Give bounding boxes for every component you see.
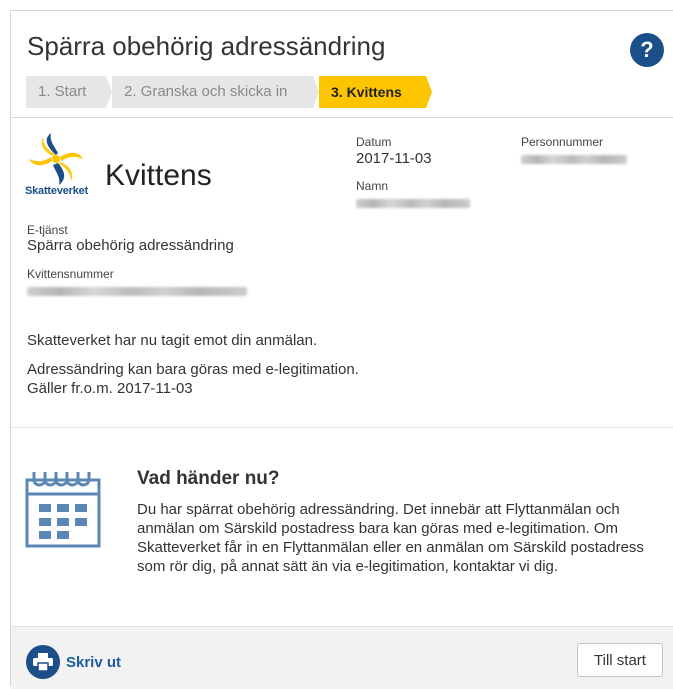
service-value: Spärra obehörig adressändring [27,237,234,254]
print-button[interactable]: Skriv ut [26,645,121,679]
confirmation-message: Skatteverket har nu tagit emot din anmäl… [27,332,318,349]
name-redacted [356,199,470,208]
step-start: 1. Start [26,76,112,108]
personnummer-label: Personnummer [521,135,604,149]
step-receipt: 3. Kvittens [319,76,432,108]
page-container: Spärra obehörig adressändring ? 1. Start… [10,10,673,689]
calendar-icon [25,472,101,548]
date-label: Datum [356,135,392,149]
printer-icon [26,645,60,679]
receipt-title: Kvittens [105,159,212,192]
valid-from-message: Gäller fr.o.m. 2017-11-03 [27,380,193,397]
step-progress: 1. Start 2. Granska och skicka in 3. Kvi… [26,76,432,108]
page-title: Spärra obehörig adressändring [27,31,386,61]
page-header: Spärra obehörig adressändring ? 1. Start… [11,11,673,118]
logo-text: Skatteverket [25,185,89,197]
section-divider [11,427,673,428]
step-review-submit: 2. Granska och skicka in [112,76,319,108]
next-steps-text: Du har spärrat obehörig adressändring. D… [137,501,644,575]
next-steps-title: Vad händer nu? [137,468,280,489]
receipt-number-label: Kvittensnummer [27,267,114,281]
page-footer: Skriv ut Till start [11,626,673,689]
date-value: 2017-11-03 [356,150,432,167]
help-button[interactable]: ? [630,33,664,67]
print-label: Skriv ut [66,653,122,671]
skatteverket-logo-icon [29,133,83,185]
back-to-start-button[interactable]: Till start [577,643,663,677]
personnummer-redacted [521,155,627,164]
service-label: E-tjänst [27,223,68,237]
skatteverket-logo: Skatteverket [25,133,88,197]
question-icon: ? [640,37,654,62]
name-label: Namn [356,179,389,193]
info-message: Adressändring kan bara göras med e-legit… [27,361,359,378]
receipt-number-redacted [27,287,247,296]
